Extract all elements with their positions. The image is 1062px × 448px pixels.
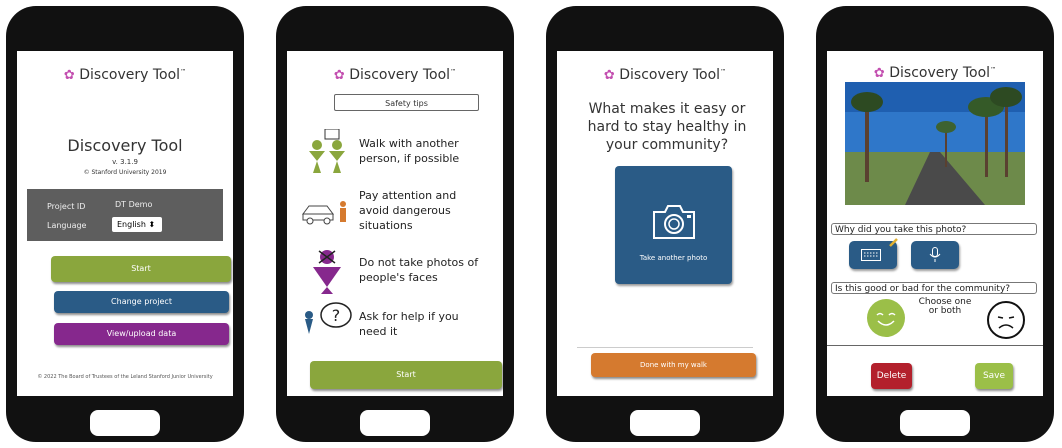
choose-label: Choose one or both	[918, 297, 972, 316]
smile-icon	[876, 312, 896, 326]
screen-capture: ✿ Discovery Tool™ What makes it easy or …	[557, 51, 773, 396]
walking-together-icon	[309, 129, 345, 173]
divider	[577, 347, 753, 348]
good-bad-field[interactable]: Is this good or bad for the community?	[831, 282, 1037, 294]
brand-header: ✿ Discovery Tool™	[17, 67, 233, 83]
flower-logo-icon: ✿	[603, 68, 615, 83]
copyright-text: © Stanford University 2019	[83, 169, 167, 176]
phone-frame-4: ✿ Discovery Tool™ Why did you take this …	[816, 6, 1054, 442]
brand-name: Discovery Tool	[79, 67, 181, 83]
view-upload-button[interactable]: View/upload data	[54, 323, 229, 345]
screen-home: ✿ Discovery Tool™ Discovery Tool v. 3.1.…	[17, 51, 233, 396]
version-text: v. 3.1.9	[112, 158, 138, 166]
car-pedestrian-icon	[302, 201, 346, 225]
language-select-value: English	[117, 220, 146, 229]
voice-input-button[interactable]	[911, 241, 959, 269]
flower-logo-icon: ✿	[333, 68, 345, 83]
ask-for-help-icon: ?	[305, 302, 352, 334]
flower-logo-icon: ✿	[873, 66, 885, 81]
prompt-question: What makes it easy or hard to stay healt…	[587, 101, 747, 153]
take-photo-button[interactable]: Take another photo	[615, 166, 732, 284]
tip-2: Pay attention and avoid dangerous situat…	[359, 189, 457, 232]
project-id-value[interactable]: DT Demo	[115, 200, 152, 209]
tip-1: Walk with another person, if possible	[359, 137, 460, 165]
screen-photo-review: ✿ Discovery Tool™ Why did you take this …	[827, 51, 1043, 396]
pencil-icon	[889, 238, 898, 247]
change-project-button[interactable]: Change project	[54, 291, 229, 313]
home-button[interactable]	[90, 410, 160, 436]
tip-3: Do not take photos of people's faces	[359, 256, 479, 284]
brand-name: Discovery Tool	[619, 67, 721, 83]
trademark: ™	[990, 66, 997, 74]
brand-name: Discovery Tool	[349, 67, 451, 83]
done-walk-button[interactable]: Done with my walk	[591, 353, 756, 377]
captured-photo	[845, 82, 1025, 205]
keyboard-icon	[861, 249, 881, 261]
sad-face-button[interactable]	[987, 301, 1025, 339]
keyboard-input-button[interactable]	[849, 238, 898, 269]
home-button[interactable]	[360, 410, 430, 436]
save-button[interactable]: Save	[975, 363, 1013, 389]
safety-tips-label: Safety tips	[334, 94, 479, 111]
phone-frame-1: ✿ Discovery Tool™ Discovery Tool v. 3.1.…	[6, 6, 244, 442]
trademark: ™	[180, 68, 187, 76]
phone-frame-2: ✿ Discovery Tool™ Safety tips Walk with …	[276, 6, 514, 442]
project-id-label: Project ID	[47, 202, 86, 211]
frown-icon	[997, 316, 1015, 329]
camera-icon	[653, 205, 695, 239]
brand-header: ✿ Discovery Tool™	[557, 67, 773, 83]
settings-panel: Project ID DT Demo Language English ⬍	[27, 189, 223, 241]
why-photo-field[interactable]: Why did you take this photo?	[831, 223, 1037, 235]
start-button[interactable]: Start	[310, 361, 502, 389]
select-arrows-icon: ⬍	[148, 220, 156, 229]
delete-button[interactable]: Delete	[871, 363, 912, 389]
trademark: ™	[720, 68, 727, 76]
divider	[827, 345, 1043, 346]
screen-safety-tips: ✿ Discovery Tool™ Safety tips Walk with …	[287, 51, 503, 396]
footer-text: © 2022 The Board of Trustees of the Lela…	[37, 374, 213, 380]
start-button[interactable]: Start	[51, 256, 231, 282]
brand-header: ✿ Discovery Tool™	[287, 67, 503, 83]
language-select[interactable]: English ⬍	[112, 217, 162, 232]
happy-face-button[interactable]	[867, 299, 905, 337]
tip-4: Ask for help if you need it	[359, 310, 459, 338]
home-button[interactable]	[900, 410, 970, 436]
language-label: Language	[47, 221, 87, 230]
microphone-icon	[929, 247, 941, 262]
phone-frame-3: ✿ Discovery Tool™ What makes it easy or …	[546, 6, 784, 442]
flower-logo-icon: ✿	[63, 68, 75, 83]
brand-header: ✿ Discovery Tool™	[827, 65, 1043, 81]
brand-name: Discovery Tool	[889, 65, 991, 81]
app-title: Discovery Tool	[67, 136, 183, 155]
take-photo-label: Take another photo	[639, 254, 708, 262]
no-faces-icon	[313, 250, 341, 294]
trademark: ™	[450, 68, 457, 76]
home-button[interactable]	[630, 410, 700, 436]
svg-text:?: ?	[332, 306, 341, 325]
